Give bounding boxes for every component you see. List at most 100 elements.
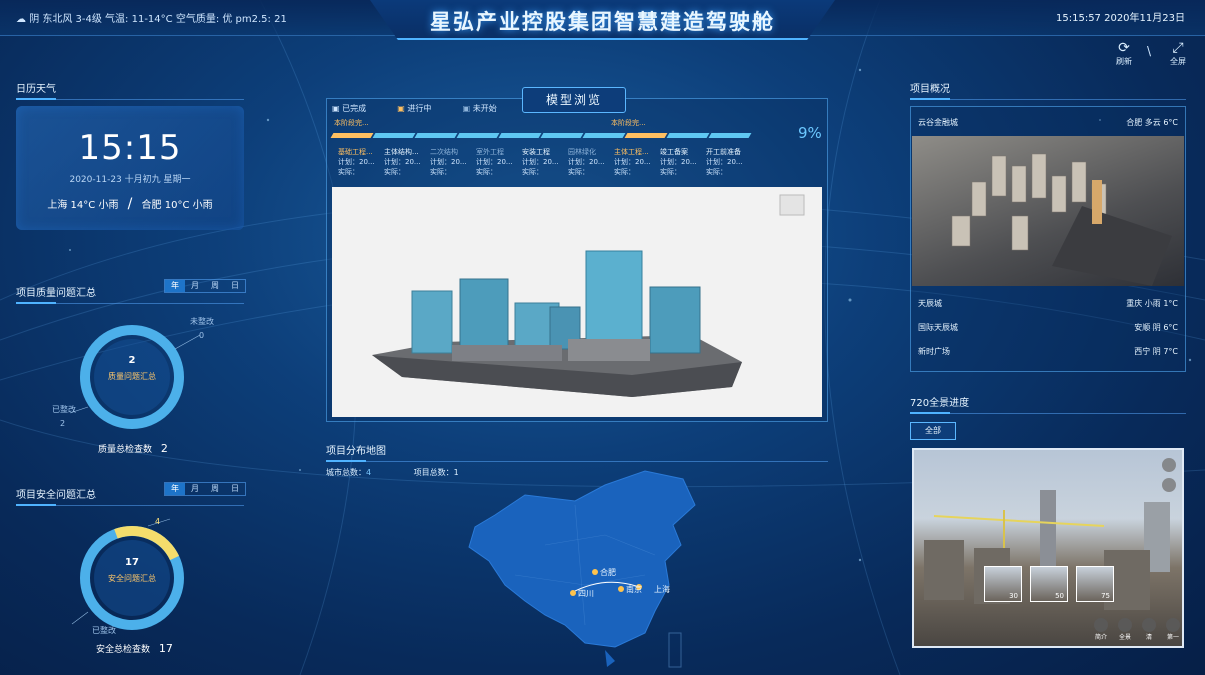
stage-name: 竣工备案 [660, 148, 688, 156]
stage-item[interactable]: 基础工程... 计划：20... 实际： [338, 147, 384, 177]
stage-item[interactable]: 主体工程... 计划：20... 实际： [614, 147, 660, 177]
map-label-shanghai: 上海 [654, 585, 670, 594]
safety-center-value: 17 [125, 557, 139, 568]
map-label-sichuan: 四川 [578, 589, 594, 598]
map-point-hefei[interactable] [592, 569, 598, 575]
stage-item[interactable]: 竣工备案 计划：20... 实际： [660, 147, 706, 177]
panorama-section-title: 720全景进度 [910, 394, 1186, 414]
quality-total: 质量总检查数 2 [98, 442, 168, 455]
project-count-label: 项目总数： [413, 468, 454, 477]
safety-total: 安全总检查数 17 [96, 642, 173, 655]
map-stats: 城市总数：4 项目总数：1 [326, 467, 459, 478]
stage-item[interactable]: 室外工程 计划：20... 实际： [476, 147, 522, 177]
panorama-tool-icon[interactable] [1162, 458, 1176, 472]
legend-active: ▣ 进行中 [397, 104, 432, 113]
tab-week[interactable]: 周 [205, 483, 225, 495]
tab-day[interactable]: 日 [225, 483, 245, 495]
stage-item[interactable]: 安装工程 计划：20... 实际： [522, 147, 568, 177]
stage-name: 园林绿化 [568, 148, 596, 156]
quality-total-value: 2 [160, 442, 168, 455]
tab-day[interactable]: 日 [225, 280, 245, 292]
stage-item[interactable]: 二次结构 计划：20... 实际： [430, 147, 476, 177]
stage-plan: 计划：20... [430, 158, 467, 166]
project-weather: 安顺 阴 6°C [1134, 323, 1178, 332]
project-name: 新时广场 [918, 347, 950, 356]
map-point-sichuan[interactable] [570, 590, 576, 596]
cloud-icon: ☁ [16, 14, 26, 25]
model-status-legend: ▣ 已完成 ▣ 进行中 ▣ 未开始 [332, 103, 525, 114]
panorama-control[interactable]: 清 [1138, 618, 1160, 641]
map-label-nanjing: 南京 [626, 585, 642, 594]
tab-month[interactable]: 月 [185, 280, 205, 292]
stage-item[interactable]: 园林绿化计划：20... 实际： [568, 147, 614, 177]
control-icon [1118, 618, 1132, 632]
page-title: 星弘产业控股集团智慧建造驾驶舱 [430, 10, 775, 34]
tab-week[interactable]: 周 [205, 280, 225, 292]
tab-month[interactable]: 月 [185, 483, 205, 495]
panorama-all-button[interactable]: 全部 [910, 422, 956, 440]
panorama-control[interactable]: 简介 [1090, 618, 1112, 641]
map-section-title: 项目分布地图 [326, 442, 828, 462]
stage-item[interactable]: 主体结构... 计划：20... 实际： [384, 147, 430, 177]
project-name: 天辰城 [918, 299, 942, 308]
stage-plan: 计划：20... [338, 158, 375, 166]
stage-actual: 实际： [430, 168, 451, 176]
thumb-label: 30 [1009, 592, 1018, 600]
panorama-settings-icon[interactable] [1162, 478, 1176, 492]
featured-project-name: 云谷金融城 [918, 118, 958, 127]
progress-timeline [330, 130, 752, 141]
stage-actual: 实际： [476, 168, 497, 176]
featured-project-row[interactable]: 云谷金融城 合肥 多云 6°C [910, 117, 1186, 128]
refresh-icon: ⟳ [1118, 40, 1130, 56]
weather-text: 阴 东北风 3-4级 气温: 11-14°C 空气质量: 优 pm2.5: 21 [29, 14, 287, 25]
stage-name: 室外工程 [476, 148, 504, 156]
safety-period-tabs: 年 月 周 日 [164, 482, 246, 496]
panorama-viewer[interactable]: 30 50 75 简介 全景 清 第一 [912, 448, 1184, 648]
stage-item[interactable]: 开工前准备 计划：20... 实际： [706, 147, 752, 177]
current-stage-tag: 本阶段完... [334, 119, 369, 127]
quality-unresolved-label: 未整改 [190, 317, 214, 326]
stage-plan: 计划：20... [568, 158, 605, 166]
project-list-item[interactable]: 国际天辰城 安顺 阴 6°C [910, 316, 1186, 340]
control-label: 全景 [1118, 634, 1131, 641]
map-point-nanjing[interactable] [618, 586, 624, 592]
panorama-thumb[interactable]: 30 [984, 566, 1022, 602]
stage-name: 基础工程... [338, 148, 373, 156]
toolbar-separator: \ [1147, 44, 1152, 58]
china-map[interactable] [455, 465, 715, 670]
stage-actual: 实际： [568, 168, 589, 176]
quality-total-label: 质量总检查数 [98, 445, 153, 455]
control-label: 清 [1145, 634, 1152, 641]
project-list: 天辰城 重庆 小雨 1°C 国际天辰城 安顺 阴 6°C 新时广场 西宁 阴 7°C [910, 292, 1186, 364]
stage-name: 主体工程... [614, 148, 649, 156]
model-viewer[interactable] [332, 187, 822, 417]
panorama-thumbs: 30 50 75 [984, 566, 1122, 602]
fullscreen-button[interactable]: ⤢ 全屏 [1160, 40, 1196, 67]
tab-year[interactable]: 年 [165, 483, 185, 495]
project-list-item[interactable]: 天辰城 重庆 小雨 1°C [910, 292, 1186, 316]
calendar-section-title: 日历天气 [16, 80, 244, 100]
project-weather: 西宁 阴 7°C [1134, 347, 1178, 356]
panorama-control[interactable]: 全景 [1114, 618, 1136, 641]
control-label: 简介 [1094, 634, 1107, 641]
legend-pending: ▣ 未开始 [462, 104, 497, 113]
stage-plan: 计划：20... [706, 158, 743, 166]
stage-name: 开工前准备 [706, 148, 741, 156]
featured-project-weather: 合肥 多云 6°C [1126, 118, 1178, 127]
panorama-thumb[interactable]: 75 [1076, 566, 1114, 602]
project-list-item[interactable]: 新时广场 西宁 阴 7°C [910, 340, 1186, 364]
panorama-control[interactable]: 第一 [1162, 618, 1184, 641]
project-aerial-photo[interactable] [912, 136, 1184, 286]
panorama-controls: 简介 全景 清 第一 [1090, 618, 1186, 641]
control-icon [1166, 618, 1180, 632]
safety-total-value: 17 [158, 642, 173, 655]
city-weather-2: 合肥 10°C 小雨 [141, 200, 213, 211]
construction-site-photo [924, 490, 1170, 610]
safety-center-label: 安全问题汇总 [108, 574, 156, 583]
tab-year[interactable]: 年 [165, 280, 185, 292]
refresh-button[interactable]: ⟳ 刷新 [1106, 40, 1142, 67]
city-count-value: 4 [366, 468, 372, 477]
stage-plan: 计划：20... [384, 158, 421, 166]
panorama-thumb[interactable]: 50 [1030, 566, 1068, 602]
quality-unresolved-value: 0 [199, 331, 205, 340]
